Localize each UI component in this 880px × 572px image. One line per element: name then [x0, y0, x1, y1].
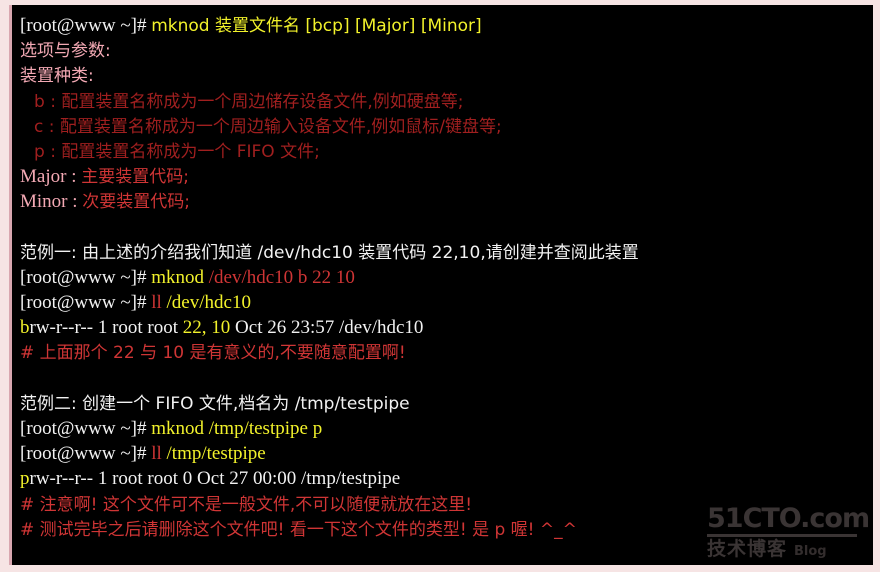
terminal-segment: Minor: [20, 191, 68, 213]
terminal-segment: c : 配置装置名称成为一个周边输入设备文件,例如鼠标/键盘等;: [34, 116, 502, 137]
terminal-segment: ll: [151, 443, 167, 465]
watermark-subtitle: 技术博客: [707, 538, 788, 560]
screenshot-frame: [root@www ~]# mknod 装置文件名 [bcp] [Major] …: [0, 0, 880, 572]
terminal-segment: [root@www ~]#: [20, 443, 152, 465]
terminal-segment: 范例一: 由上述的介绍我们知道 /dev/hdc10 装置代码 22,10,请创…: [20, 242, 639, 263]
terminal-line-options-heading: 选项与参数:: [20, 38, 873, 63]
terminal-output: [root@www ~]# mknod 装置文件名 [bcp] [Major] …: [20, 13, 873, 542]
terminal-line-example-2-output: prw-r--r-- 1 root root 0 Oct 27 00:00 /t…: [20, 466, 873, 491]
terminal-segment: 选项与参数:: [20, 41, 111, 62]
terminal-segment: 22, 10: [182, 317, 231, 339]
terminal-segment: 主要装置代码;: [81, 167, 189, 188]
terminal-segment: b: [20, 317, 30, 339]
terminal-segment: [root@www ~]#: [20, 418, 152, 439]
terminal-line-example-2-title: 范例二: 创建一个 FIFO 文件,档名为 /tmp/testpipe: [20, 391, 873, 416]
terminal-segment: Major: [20, 166, 67, 188]
terminal-line-opt-p: p : 配置装置名称成为一个 FIFO 文件;: [20, 139, 873, 164]
terminal-segment: :: [66, 166, 82, 188]
terminal-segment: 次要装置代码;: [82, 192, 191, 213]
terminal-segment: # 注意啊! 这个文件可不是一般文件,不可以随便就放在这里!: [20, 494, 473, 515]
terminal-line-example-2-ll: [root@www ~]# ll /tmp/testpipe: [20, 441, 873, 466]
terminal-segment: [root@www ~]#: [20, 266, 152, 288]
terminal-line-opt-b: b : 配置装置名称成为一个周边储存设备文件,例如硬盘等;: [20, 89, 873, 114]
terminal-segment: b : 配置装置名称成为一个周边储存设备文件,例如硬盘等;: [34, 91, 464, 112]
terminal-window[interactable]: [root@www ~]# mknod 装置文件名 [bcp] [Major] …: [9, 5, 873, 565]
terminal-segment: 范例二: 创建一个 FIFO 文件,档名为 /tmp/testpipe: [20, 393, 410, 414]
terminal-segment: mknod /tmp/testpipe p: [151, 418, 323, 439]
terminal-segment: rw-r--r-- 1 root root 0 Oct 27 00:00 /tm…: [29, 468, 401, 490]
terminal-segment: mknod 装置文件名 [bcp] [Major] [Minor]: [151, 16, 482, 36]
terminal-segment: :: [67, 191, 83, 213]
terminal-segment: mknod: [151, 266, 209, 288]
terminal-segment: /dev/hdc10: [166, 292, 251, 314]
terminal-segment: p : 配置装置名称成为一个 FIFO 文件;: [34, 141, 320, 162]
terminal-line-example-1-output: brw-r--r-- 1 root root 22, 10 Oct 26 23:…: [20, 315, 873, 340]
terminal-segment: /tmp/testpipe: [166, 443, 266, 465]
watermark-blog-label: Blog: [794, 544, 827, 559]
terminal-line-opt-c: c : 配置装置名称成为一个周边输入设备文件,例如鼠标/键盘等;: [20, 114, 873, 139]
terminal-line-example-1-comment: # 上面那个 22 与 10 是有意义的,不要随意配置啊!: [20, 340, 873, 365]
terminal-line-opt-major: Major : 主要装置代码;: [20, 164, 873, 189]
terminal-line-example-1-mknod: [root@www ~]# mknod /dev/hdc10 b 22 10: [20, 265, 873, 290]
terminal-segment: [root@www ~]#: [20, 292, 152, 314]
terminal-line-example-2-mknod: [root@www ~]# mknod /tmp/testpipe p: [20, 416, 873, 441]
terminal-segment: p: [20, 468, 30, 490]
terminal-segment: # 上面那个 22 与 10 是有意义的,不要随意配置啊!: [20, 343, 406, 364]
terminal-segment: 装置种类:: [20, 66, 94, 87]
terminal-line-example-1-title: 范例一: 由上述的介绍我们知道 /dev/hdc10 装置代码 22,10,请创…: [20, 240, 873, 265]
terminal-line-blank-2: [20, 366, 873, 391]
terminal-line-device-types-heading: 装置种类:: [20, 63, 873, 88]
terminal-segment: Oct 26 23:57 /dev/hdc10: [230, 317, 424, 339]
terminal-segment: [root@www ~]#: [20, 15, 152, 36]
terminal-line-example-2-comment-1: # 注意啊! 这个文件可不是一般文件,不可以随便就放在这里!: [20, 492, 873, 517]
terminal-line-example-2-comment-2: # 测试完毕之后请删除这个文件吧! 看一下这个文件的类型! 是 p 喔! ^_^: [20, 517, 873, 542]
terminal-segment: # 测试完毕之后请删除这个文件吧! 看一下这个文件的类型! 是 p 喔! ^_^: [20, 519, 577, 540]
terminal-line-example-1-ll: [root@www ~]# ll /dev/hdc10: [20, 290, 873, 315]
terminal-segment: rw-r--r-- 1 root root: [29, 317, 183, 339]
terminal-segment: ll: [151, 292, 167, 314]
terminal-line-blank-1: [20, 215, 873, 240]
terminal-segment: /dev/hdc10 b 22 10: [208, 266, 355, 288]
terminal-line-usage-command: [root@www ~]# mknod 装置文件名 [bcp] [Major] …: [20, 13, 873, 38]
terminal-line-opt-minor: Minor : 次要装置代码;: [20, 189, 873, 214]
